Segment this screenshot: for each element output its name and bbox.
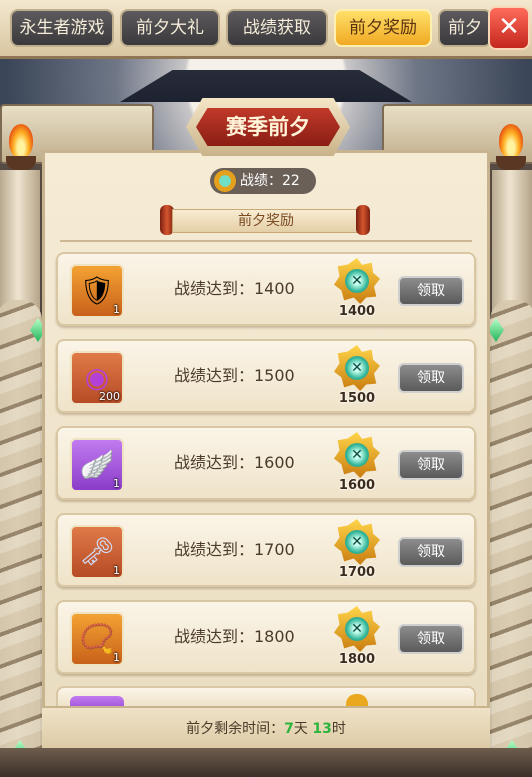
item-quantity: 200 xyxy=(99,390,120,403)
score-text: 战绩：22 xyxy=(240,173,300,189)
countdown-label: 前夕剩余时间： xyxy=(186,721,285,737)
reward-row: 📿 1 战绩达到：1800 ✕ 1800 领取 xyxy=(56,600,476,674)
section-ribbon: 前夕奖励 xyxy=(160,205,370,235)
divider xyxy=(60,240,472,242)
reward-row: 🗝 1 战绩达到：1700 ✕ 1700 领取 xyxy=(56,513,476,587)
bone-key-icon[interactable]: 🗝 1 xyxy=(70,525,124,579)
item-quantity: 1 xyxy=(113,477,120,490)
reward-requirement: 战绩达到：1800 xyxy=(174,627,295,646)
reward-requirement: 战绩达到：1400 xyxy=(174,279,295,298)
claim-button[interactable]: 领取 xyxy=(398,450,464,480)
section-title: 前夕奖励 xyxy=(172,209,360,233)
item-quantity: 1 xyxy=(113,651,120,664)
reward-row-partial xyxy=(56,686,476,706)
score-badge-icon xyxy=(214,170,236,192)
countdown-footer: 前夕剩余时间：7天 13时 xyxy=(42,706,490,750)
tab-eve-more[interactable]: 前夕 xyxy=(438,9,492,47)
item-icon-partial[interactable] xyxy=(70,696,124,706)
score-display: 战绩：22 xyxy=(210,168,316,194)
score-medal-icon: ✕ xyxy=(334,519,380,565)
score-medal-icon: ✕ xyxy=(334,432,380,478)
pendant-necklace-icon[interactable]: 📿 1 xyxy=(70,612,124,666)
bottom-frame xyxy=(0,748,532,777)
tab-eternal-games[interactable]: 永生者游戏 xyxy=(10,9,114,47)
medal-value: 1800 xyxy=(338,652,376,667)
medal-value: 1700 xyxy=(338,565,376,580)
tab-eve-gift[interactable]: 前夕大礼 xyxy=(120,9,220,47)
medal-value: 1600 xyxy=(338,478,376,493)
close-button[interactable]: ✕ xyxy=(488,6,530,50)
pearl-orb-icon[interactable]: ◉ 200 xyxy=(70,351,124,405)
item-quantity: 1 xyxy=(113,564,120,577)
left-torch-icon xyxy=(4,120,38,180)
score-medal-icon: ✕ xyxy=(334,345,380,391)
reward-row: 🪽 1 战绩达到：1600 ✕ 1600 领取 xyxy=(56,426,476,500)
item-quantity: 1 xyxy=(113,303,120,316)
medal-value: 1500 xyxy=(338,391,376,406)
medal-value: 1400 xyxy=(338,304,376,319)
tab-eve-rewards[interactable]: 前夕奖励 xyxy=(334,9,432,47)
reward-row: 🛡 1 战绩达到：1400 ✕ 1400 领取 xyxy=(56,252,476,326)
countdown-days-unit: 天 xyxy=(293,721,308,737)
score-medal-icon xyxy=(346,694,368,706)
reward-requirement: 战绩达到：1500 xyxy=(174,366,295,385)
countdown-hours: 13 xyxy=(312,721,332,737)
crystal-armor-icon[interactable]: 🛡 1 xyxy=(70,264,124,318)
score-medal-icon: ✕ xyxy=(334,606,380,652)
page-title: 赛季前夕 xyxy=(196,108,340,146)
score-medal-icon: ✕ xyxy=(334,258,380,304)
right-torch-icon xyxy=(494,120,528,180)
claim-button[interactable]: 领取 xyxy=(398,537,464,567)
countdown-hours-unit: 时 xyxy=(331,721,346,737)
tab-bar: 永生者游戏 前夕大礼 战绩获取 前夕奖励 前夕 ✕ xyxy=(0,0,532,59)
claim-button[interactable]: 领取 xyxy=(398,363,464,393)
claim-button[interactable]: 领取 xyxy=(398,276,464,306)
reward-requirement: 战绩达到：1700 xyxy=(174,540,295,559)
tab-score-gain[interactable]: 战绩获取 xyxy=(226,9,328,47)
scroll-rod-icon xyxy=(356,205,370,235)
blue-wings-icon[interactable]: 🪽 1 xyxy=(70,438,124,492)
left-vine-decoration xyxy=(0,300,42,770)
reward-requirement: 战绩达到：1600 xyxy=(174,453,295,472)
countdown-days: 7 xyxy=(284,721,294,737)
reward-row: ◉ 200 战绩达到：1500 ✕ 1500 领取 xyxy=(56,339,476,413)
right-vine-decoration xyxy=(490,300,532,770)
claim-button[interactable]: 领取 xyxy=(398,624,464,654)
